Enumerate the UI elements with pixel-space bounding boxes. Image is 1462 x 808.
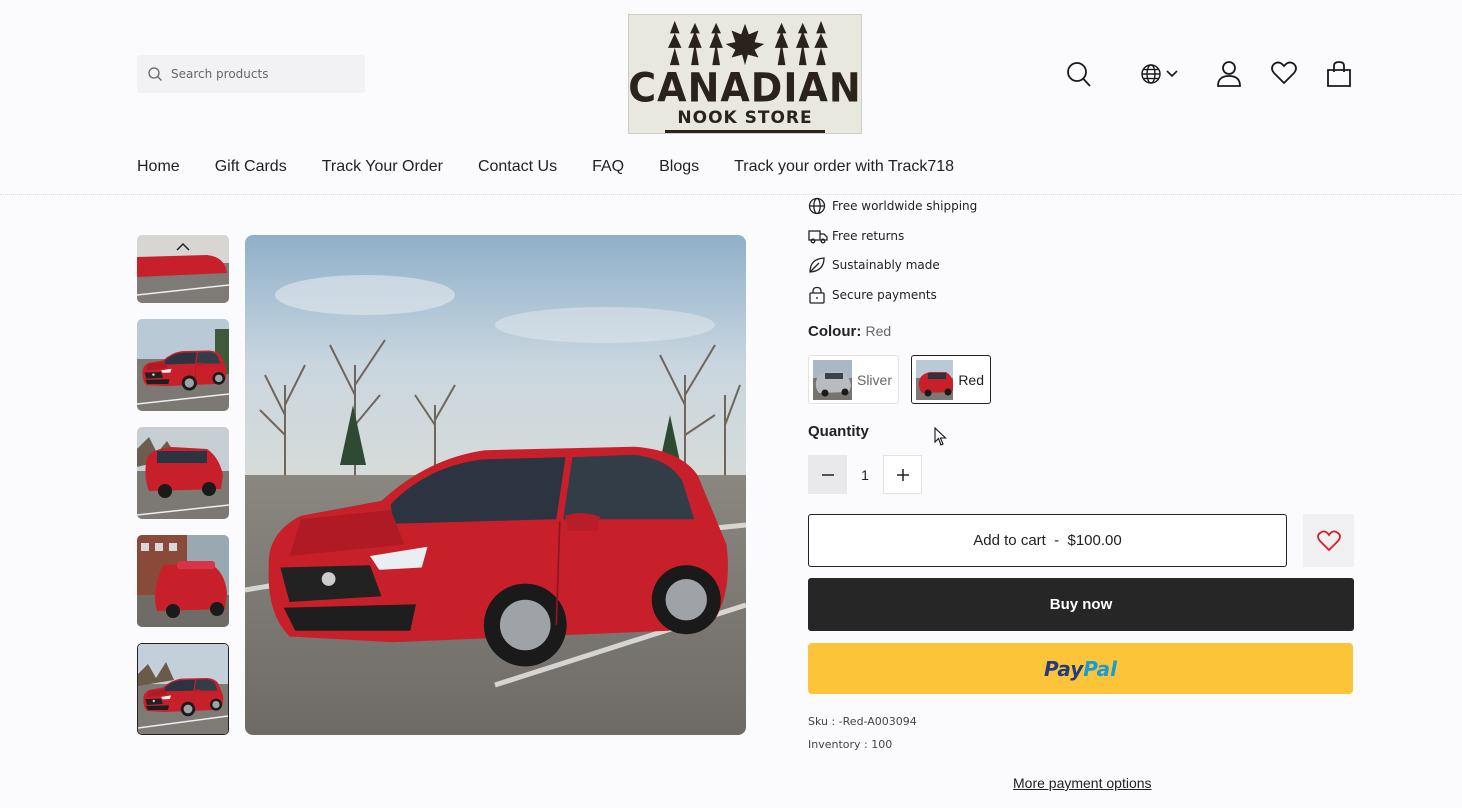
sku-text: Sku : -Red-A003094 bbox=[808, 715, 917, 728]
nav-home[interactable]: Home bbox=[137, 158, 180, 176]
paypal-logo-pal: Pal bbox=[1083, 656, 1118, 681]
thumbnail-selected[interactable] bbox=[137, 643, 229, 735]
logo-trees-icon bbox=[668, 20, 828, 66]
logo-line-1: CANADIAN bbox=[628, 65, 862, 112]
truck-icon bbox=[808, 230, 828, 244]
paypal-button[interactable]: Pay Pal bbox=[808, 643, 1353, 694]
leaf-icon bbox=[809, 257, 825, 273]
add-to-cart-button[interactable]: Add to cart - $100.00 bbox=[808, 514, 1287, 567]
swatch-label: Red bbox=[958, 371, 984, 388]
language-selector[interactable] bbox=[1140, 63, 1179, 85]
swatch-image bbox=[813, 359, 852, 400]
colour-value: Red bbox=[865, 323, 892, 339]
logo-line-2: NOOK STORE bbox=[677, 108, 813, 129]
header-search-button[interactable] bbox=[1066, 60, 1092, 88]
nav-track718[interactable]: Track your order with Track718 bbox=[734, 158, 954, 176]
nav-faq[interactable]: FAQ bbox=[592, 158, 624, 176]
swatch-label: Sliver bbox=[856, 371, 892, 388]
chevron-up-icon[interactable] bbox=[174, 241, 192, 253]
globe-icon bbox=[808, 197, 826, 215]
nav-contact-us[interactable]: Contact Us bbox=[478, 158, 557, 176]
bag-icon bbox=[1327, 61, 1351, 87]
inventory-text: Inventory : 100 bbox=[808, 738, 893, 751]
minus-icon bbox=[821, 473, 834, 476]
swatch-silver[interactable]: Sliver bbox=[808, 355, 899, 404]
thumbnail[interactable] bbox=[137, 319, 229, 411]
feature-label: Secure payments bbox=[832, 288, 937, 302]
search-icon bbox=[1067, 62, 1091, 87]
quantity-label: Quantity bbox=[808, 423, 869, 440]
quantity-input[interactable]: 1 bbox=[847, 467, 883, 483]
lock-icon bbox=[809, 286, 825, 304]
nav-blogs[interactable]: Blogs bbox=[659, 158, 699, 176]
colour-label-text: Colour: bbox=[808, 323, 862, 340]
quantity-stepper: 1 bbox=[808, 455, 922, 494]
search-input[interactable] bbox=[171, 67, 351, 81]
thumbnail[interactable] bbox=[137, 535, 229, 627]
feature-secure: Secure payments bbox=[808, 286, 937, 304]
thumbnail[interactable] bbox=[137, 427, 229, 519]
colour-label: Colour: Red bbox=[808, 323, 891, 340]
feature-label: Free returns bbox=[832, 229, 905, 243]
more-payment-options-link[interactable]: More payment options bbox=[1013, 775, 1152, 791]
buy-now-button[interactable]: Buy now bbox=[808, 578, 1354, 631]
paypal-logo-pay: Pay bbox=[1043, 656, 1084, 681]
add-to-wishlist-button[interactable] bbox=[1303, 514, 1354, 567]
plus-icon bbox=[896, 468, 909, 481]
account-button[interactable] bbox=[1216, 60, 1242, 88]
user-icon bbox=[1217, 61, 1241, 87]
feature-shipping: Free worldwide shipping bbox=[808, 197, 977, 215]
thumbnail[interactable] bbox=[137, 235, 229, 303]
search-icon bbox=[148, 67, 162, 81]
swatch-image bbox=[916, 359, 954, 400]
search-bar[interactable] bbox=[137, 55, 365, 93]
cart-button[interactable] bbox=[1326, 60, 1352, 88]
thumbnail-list bbox=[137, 235, 229, 751]
globe-icon bbox=[1141, 64, 1161, 84]
store-logo[interactable]: CANADIAN NOOK STORE bbox=[628, 14, 862, 134]
feature-sustainable: Sustainably made bbox=[808, 256, 940, 274]
main-nav: Home Gift Cards Track Your Order Contact… bbox=[137, 158, 989, 176]
quantity-increase-button[interactable] bbox=[883, 455, 922, 494]
chevron-down-icon bbox=[1166, 70, 1178, 78]
main-product-image[interactable] bbox=[245, 235, 746, 735]
heart-icon bbox=[1271, 61, 1297, 85]
mouse-cursor-icon bbox=[934, 427, 947, 446]
header-divider bbox=[0, 194, 1462, 195]
nav-gift-cards[interactable]: Gift Cards bbox=[215, 158, 287, 176]
feature-returns: Free returns bbox=[808, 227, 904, 245]
swatch-red[interactable]: Red bbox=[911, 355, 991, 404]
nav-track-order[interactable]: Track Your Order bbox=[322, 158, 443, 176]
logo-underline bbox=[665, 130, 825, 133]
feature-label: Free worldwide shipping bbox=[832, 199, 978, 213]
heart-icon bbox=[1316, 530, 1341, 551]
wishlist-button[interactable] bbox=[1271, 60, 1297, 86]
feature-label: Sustainably made bbox=[832, 258, 940, 272]
quantity-decrease-button[interactable] bbox=[808, 455, 847, 494]
